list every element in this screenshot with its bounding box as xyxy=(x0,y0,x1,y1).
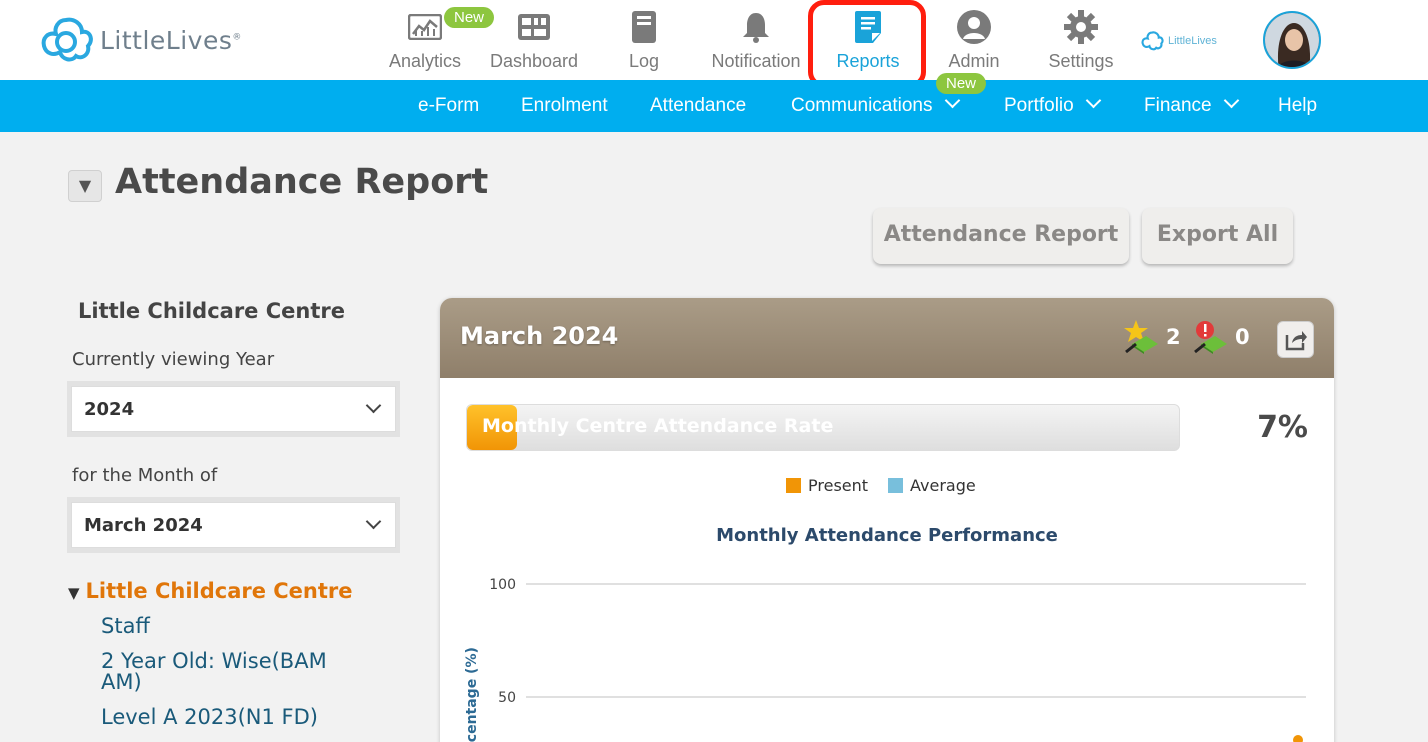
nav-dashboard[interactable]: Dashboard xyxy=(479,8,589,72)
legend-present-label: Present xyxy=(808,476,869,495)
menu-eform[interactable]: e-Form xyxy=(418,95,479,117)
avatar-image xyxy=(1265,13,1319,67)
month-select[interactable]: March 2024 xyxy=(71,502,396,548)
nav-dashboard-label: Dashboard xyxy=(489,51,579,71)
logo-text: LittleLives® xyxy=(100,25,242,55)
user-icon xyxy=(957,10,991,44)
attendance-chart: 100 50 Percentage (%) xyxy=(464,577,1306,742)
nav-log[interactable]: Log xyxy=(589,8,699,72)
logo-icon xyxy=(41,17,93,62)
alert-award-icon xyxy=(1194,321,1227,354)
menu-portfolio-label: Portfolio xyxy=(1004,95,1074,116)
month-label: for the Month of xyxy=(72,465,218,486)
export-all-button[interactable]: Export All xyxy=(1142,208,1293,264)
main-menu-bar: e-Form Enrolment Attendance Communicatio… xyxy=(0,80,1428,132)
dashboard-icon xyxy=(518,14,550,40)
bell-icon xyxy=(743,13,769,43)
alert-count: 0 xyxy=(1235,325,1250,349)
legend-present[interactable]: Present xyxy=(786,476,868,495)
legend-average[interactable]: Average xyxy=(888,476,976,495)
littlelives-logo[interactable]: LittleLives® xyxy=(38,14,242,66)
attendance-rate-bar: Monthly Centre Attendance Rate xyxy=(466,404,1180,451)
y-tick-label: 100 xyxy=(489,577,516,593)
mini-logo-icon xyxy=(1141,31,1164,51)
chevron-down-icon xyxy=(1085,92,1101,109)
gear-icon xyxy=(1064,10,1098,44)
user-avatar[interactable] xyxy=(1263,11,1321,69)
month-select-wrapper: March 2024 xyxy=(67,497,400,553)
attendance-rate-value: 7% xyxy=(1257,410,1308,445)
menu-communications[interactable]: Communications xyxy=(791,92,960,117)
year-select[interactable]: 2024 xyxy=(71,386,396,432)
chevron-down-icon xyxy=(944,92,960,109)
tree-root-centre[interactable]: ▼ Little Childcare Centre xyxy=(68,579,353,603)
legend-swatch xyxy=(888,478,904,493)
expand-triangle-icon: ▼ xyxy=(68,584,80,602)
reports-highlight xyxy=(808,0,926,88)
present-data-point[interactable] xyxy=(1293,735,1303,742)
year-select-wrapper: 2024 xyxy=(67,381,400,437)
card-header: March 2024 2 0 xyxy=(440,298,1334,378)
chart-legend: Present Average xyxy=(786,476,996,495)
tree-item-staff[interactable]: Staff xyxy=(101,616,361,637)
menu-help[interactable]: Help xyxy=(1278,95,1317,117)
top-bar: LittleLives® Analytics New Dashboard Log… xyxy=(0,0,1428,94)
nav-log-label: Log xyxy=(628,51,660,71)
y-tick-label: 50 xyxy=(498,690,516,706)
chevron-down-icon xyxy=(1223,92,1239,109)
month-select-value: March 2024 xyxy=(84,514,203,536)
share-button[interactable] xyxy=(1277,321,1314,358)
legend-average-label: Average xyxy=(910,476,976,495)
nav-admin[interactable]: Admin xyxy=(919,8,1029,72)
page-title: Attendance Report xyxy=(115,162,489,202)
menu-finance-label: Finance xyxy=(1144,95,1212,116)
star-achievement: 2 xyxy=(1124,320,1181,354)
centre-name: Little Childcare Centre xyxy=(78,299,345,323)
attendance-rate-label: Monthly Centre Attendance Rate xyxy=(482,415,834,437)
share-icon xyxy=(1285,330,1307,350)
menu-portfolio[interactable]: Portfolio xyxy=(1004,92,1101,117)
star-award-icon xyxy=(1124,320,1158,354)
star-count: 2 xyxy=(1166,325,1181,349)
nav-settings-label: Settings xyxy=(1048,51,1114,71)
collapse-toggle-button[interactable]: ▼ xyxy=(68,170,102,202)
nav-analytics-label: Analytics xyxy=(388,51,462,71)
mini-logo-text: LittleLives xyxy=(1168,35,1217,47)
menu-enrolment[interactable]: Enrolment xyxy=(521,95,608,117)
year-label: Currently viewing Year xyxy=(72,349,275,370)
attendance-report-button[interactable]: Attendance Report xyxy=(873,208,1129,264)
mini-logo: LittleLives xyxy=(1140,30,1217,52)
attendance-card: March 2024 2 0 Monthly Centre Attendance… xyxy=(440,298,1334,742)
new-badge: New xyxy=(936,73,987,94)
menu-attendance[interactable]: Attendance xyxy=(650,95,746,117)
chevron-down-icon xyxy=(365,513,382,529)
tree-item-level-a[interactable]: Level A 2023(N1 FD) xyxy=(101,707,361,728)
nav-notification[interactable]: Notification xyxy=(701,8,811,72)
log-icon xyxy=(632,11,656,43)
chevron-down-icon xyxy=(365,397,382,413)
tree-item-2-year-old[interactable]: 2 Year Old: Wise(BAM AM) xyxy=(101,651,351,693)
tree-root-label: Little Childcare Centre xyxy=(85,579,353,603)
menu-communications-label: Communications xyxy=(791,95,933,116)
alert-achievement: 0 xyxy=(1193,320,1250,354)
menu-finance[interactable]: Finance xyxy=(1144,92,1239,117)
nav-settings[interactable]: Settings xyxy=(1026,8,1136,72)
chart-title: Monthly Attendance Performance xyxy=(716,525,1058,546)
analytics-icon xyxy=(408,14,442,40)
card-title: March 2024 xyxy=(460,322,619,350)
year-select-value: 2024 xyxy=(84,398,135,420)
y-axis-label: Percentage (%) xyxy=(464,647,480,742)
legend-swatch xyxy=(786,478,801,493)
nav-notification-label: Notification xyxy=(711,51,801,71)
nav-admin-label: Admin xyxy=(948,51,1000,71)
